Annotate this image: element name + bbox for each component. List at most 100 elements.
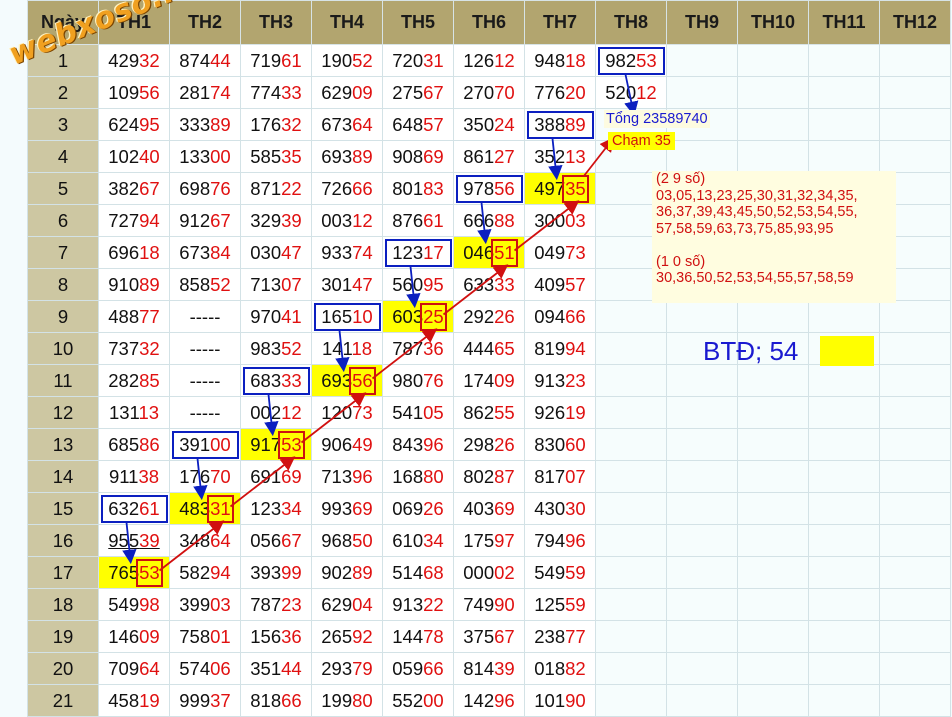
number-head: 862: [463, 401, 495, 423]
number-head: 629: [321, 81, 353, 103]
day-cell: 10: [27, 332, 99, 365]
number-head: 982: [605, 49, 637, 71]
number-head: 720: [392, 49, 424, 71]
number-head: 056: [250, 529, 282, 551]
number-head: 814: [463, 657, 495, 679]
column-header-th6: TH6: [453, 0, 525, 45]
number-tail: 67: [281, 529, 302, 551]
result-cell: 77620: [524, 76, 596, 109]
number-head: 238: [534, 625, 566, 647]
number-tail: 49: [352, 433, 373, 455]
result-cell: 92619: [524, 396, 596, 429]
number-head: 574: [179, 657, 211, 679]
result-cell: 45819: [98, 684, 170, 717]
day-cell: 12: [27, 396, 99, 429]
result-cell: 35024: [453, 108, 525, 141]
number-tail: 74: [352, 241, 373, 263]
number-tail: 00: [423, 689, 444, 711]
number-head: 102: [108, 145, 140, 167]
number-head: 293: [321, 657, 353, 679]
result-cell: 26592: [311, 620, 383, 653]
number-tail: 98: [139, 593, 160, 615]
number-tail: 64: [139, 657, 160, 679]
result-cell: 10190: [524, 684, 596, 717]
result-cell: 62904: [311, 588, 383, 621]
number-head: 549: [108, 593, 140, 615]
empty-cell: [595, 460, 667, 493]
number-tail: 70: [210, 465, 231, 487]
number-head: 719: [250, 49, 282, 71]
number-head: 120: [321, 401, 353, 423]
number-tail: 66: [423, 657, 444, 679]
empty-cell: [595, 684, 667, 717]
day-cell: 9: [27, 300, 99, 333]
empty-cell: [737, 76, 809, 109]
day-cell: 21: [27, 684, 99, 717]
info-line: 03,05,13,23,25,30,31,32,34,35,: [656, 187, 858, 204]
result-cell: 34864: [169, 524, 241, 557]
number-head: 693: [321, 369, 353, 391]
number-tail: 66: [352, 177, 373, 199]
number-tail: 00: [210, 145, 231, 167]
result-cell: 12612: [453, 44, 525, 77]
number-tail: 89: [352, 145, 373, 167]
number-tail: 89: [139, 273, 160, 295]
empty-cell: [595, 428, 667, 461]
result-cell: -----: [169, 332, 241, 365]
number-tail: 18: [565, 49, 586, 71]
number-tail: 84: [210, 241, 231, 263]
empty-cell: [808, 524, 880, 557]
number-tail: 56: [349, 366, 376, 395]
empty-cell: [879, 460, 951, 493]
info-line: (2 9 số): [656, 171, 706, 187]
table-row: 20 70964 57406 35144 29379 05966 81439 01882: [27, 652, 951, 685]
number-tail: 67: [494, 625, 515, 647]
number-tail: 41: [281, 305, 302, 327]
day-cell: 14: [27, 460, 99, 493]
result-cell: 69169: [240, 460, 312, 493]
day-cell: 13: [27, 428, 99, 461]
number-head: 993: [321, 497, 353, 519]
result-cell: 79496: [524, 524, 596, 557]
column-header-th11: TH11: [808, 0, 880, 45]
table-row: 3 62495 33389 17632 67364 64857 35024 38889: [27, 108, 951, 141]
number-head: 069: [392, 497, 424, 519]
empty-cell: [666, 588, 738, 621]
number-head: 906: [321, 433, 353, 455]
empty-cell: [879, 396, 951, 429]
result-cell: 38267: [98, 172, 170, 205]
number-tail: 76: [423, 369, 444, 391]
number-tail: 52: [352, 49, 373, 71]
number-head: 876: [392, 209, 424, 231]
result-cell: 98076: [382, 364, 454, 397]
number-head: 444: [463, 337, 495, 359]
result-cell: 00312: [311, 204, 383, 237]
number-head: 483: [179, 497, 211, 519]
column-header-th8: TH8: [595, 0, 667, 45]
table-row: 12 13113 ----- 00212 12073 54105 86255 92619: [27, 396, 951, 429]
result-cell: 48877: [98, 300, 170, 333]
empty-cell: [737, 492, 809, 525]
number-head: 176: [179, 465, 211, 487]
day-cell: 19: [27, 620, 99, 653]
result-cell: 37567: [453, 620, 525, 653]
number-tail: 27: [494, 145, 515, 167]
result-cell: 10240: [98, 140, 170, 173]
number-head: 633: [463, 273, 495, 295]
number-tail: 69: [352, 497, 373, 519]
table-row: 13 68586 39100 91753 90649 84396 29826 83060: [27, 428, 951, 461]
number-head: 673: [321, 113, 353, 135]
empty-cell: [808, 460, 880, 493]
result-cell: 27567: [382, 76, 454, 109]
number-head: 818: [250, 689, 282, 711]
result-cell: 14478: [382, 620, 454, 653]
number-head: 388: [534, 113, 566, 135]
number-head: 352: [534, 145, 566, 167]
empty-cell: [808, 300, 880, 333]
number-tail: 22: [281, 177, 302, 199]
result-cell: 33389: [169, 108, 241, 141]
number-tail: 18: [351, 337, 373, 359]
result-cell: 93374: [311, 236, 383, 269]
number-tail: 35: [281, 145, 302, 167]
number-head: 109: [108, 81, 140, 103]
